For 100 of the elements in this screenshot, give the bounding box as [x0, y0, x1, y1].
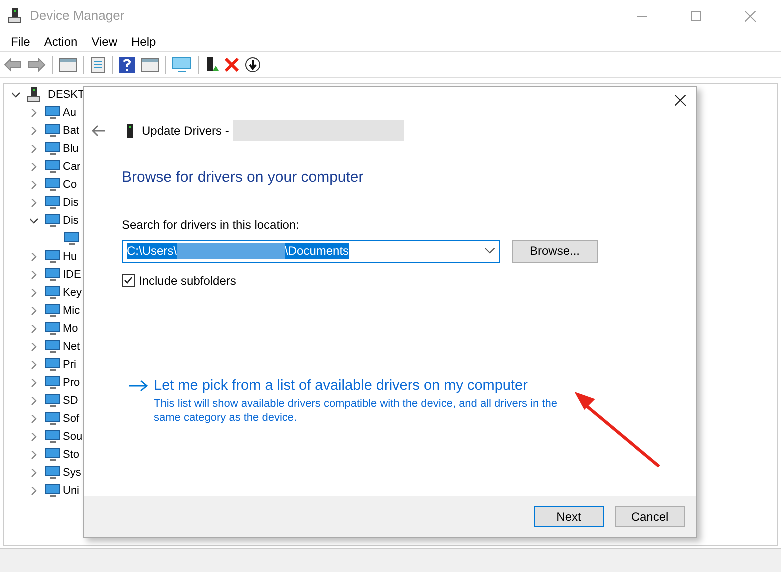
forward-arrow-icon[interactable] [28, 58, 46, 72]
tree-item[interactable]: Sou [63, 428, 83, 446]
chevron-right-icon[interactable] [30, 415, 38, 423]
tree-item[interactable]: Bat [63, 122, 80, 140]
tree-item[interactable]: IDE [63, 266, 82, 284]
tree-item[interactable]: Uni [63, 482, 80, 500]
dialog-button[interactable]: Next [534, 506, 604, 527]
tree-item[interactable]: Pro [63, 374, 80, 392]
chevron-right-icon[interactable] [30, 469, 38, 477]
link-description: This list will show available drivers compatible with the device, and all drivers in the same category as the device. [154, 397, 559, 426]
path-combo-field[interactable]: C:\Users\ \Documents [122, 240, 500, 262]
menu-item[interactable]: Help [124, 32, 164, 50]
chevron-right-icon[interactable] [30, 253, 38, 261]
tree-item[interactable]: Co [63, 176, 78, 194]
pick-driver-link[interactable]: Let me pick from a list of available drivers on my computer [154, 376, 559, 398]
right-arrow-icon[interactable] [128, 380, 148, 392]
tree-item[interactable]: Net [63, 338, 80, 356]
device-icon [45, 358, 61, 372]
tree-item[interactable]: Au [63, 104, 76, 122]
device-icon [45, 106, 61, 120]
chevron-right-icon[interactable] [30, 307, 38, 315]
device-icon [64, 232, 80, 246]
tree-item[interactable]: Sof [63, 410, 80, 428]
tree-item[interactable]: Mic [63, 302, 80, 320]
chevron-right-icon[interactable] [30, 487, 38, 495]
chevron-right-icon[interactable] [30, 271, 38, 279]
chevron-right-icon[interactable] [30, 127, 38, 135]
device-icon [45, 394, 61, 408]
tree-item[interactable]: Blu [63, 140, 79, 158]
menu-item[interactable]: View [84, 32, 124, 50]
device-icon [45, 304, 61, 318]
chevron-right-icon[interactable] [30, 343, 38, 351]
update-driver-icon[interactable] [205, 56, 219, 72]
tree-item[interactable]: Hu [63, 248, 78, 266]
device-icon [45, 340, 61, 354]
chevron-right-icon[interactable] [30, 325, 38, 333]
checkbox[interactable] [122, 274, 135, 287]
dialog-button[interactable]: Cancel [615, 506, 685, 527]
device-icon [45, 322, 61, 336]
tree-item[interactable]: Key [63, 284, 82, 302]
device-icon [45, 376, 61, 390]
close-icon[interactable] [675, 95, 686, 106]
chevron-right-icon[interactable] [30, 433, 38, 441]
dialog-title: Update Drivers - [142, 122, 230, 140]
chevron-down-icon[interactable] [30, 217, 38, 225]
window-panel-icon[interactable] [59, 58, 77, 72]
chevron-right-icon[interactable] [30, 145, 38, 153]
browse-button[interactable]: Browse... [512, 240, 598, 262]
chevron-right-icon[interactable] [30, 199, 38, 207]
download-icon[interactable] [245, 56, 261, 72]
tree-item[interactable]: Dis [63, 194, 79, 212]
window-title: Device Manager [30, 7, 126, 26]
chevron-right-icon[interactable] [30, 451, 38, 459]
device-icon [45, 430, 61, 444]
tree-item[interactable]: SD [63, 392, 78, 410]
device-icon [45, 250, 61, 264]
back-arrow-icon[interactable] [4, 58, 22, 72]
checkbox-label: Include subfolders [139, 272, 236, 290]
chevron-right-icon[interactable] [30, 361, 38, 369]
tree-item[interactable]: Sys [63, 464, 82, 482]
computer-icon [27, 87, 41, 103]
tree-item[interactable]: Sto [63, 446, 80, 464]
device-icon [45, 196, 61, 210]
tree-item[interactable]: Car [63, 158, 81, 176]
device-icon [45, 448, 61, 462]
tree-item[interactable]: Dis [63, 212, 79, 230]
dialog-heading: Browse for drivers on your computer [122, 168, 365, 188]
monitor-search-icon[interactable] [172, 56, 192, 72]
device-icon [45, 178, 61, 192]
back-arrow-icon[interactable] [92, 124, 106, 136]
chevron-right-icon[interactable] [30, 163, 38, 171]
chevron-down-icon[interactable] [12, 91, 20, 99]
device-icon [45, 160, 61, 174]
device-icon [45, 412, 61, 426]
computer-icon [8, 8, 22, 24]
chevron-right-icon[interactable] [30, 181, 38, 189]
chevron-right-icon[interactable] [30, 379, 38, 387]
properties-icon[interactable] [90, 56, 106, 72]
chevron-right-icon[interactable] [30, 109, 38, 117]
device-icon [45, 214, 61, 228]
device-icon [45, 142, 61, 156]
device-tower-icon [126, 124, 134, 138]
device-icon [45, 268, 61, 282]
search-location-label: Search for drivers in this location: [122, 216, 300, 234]
chevron-right-icon[interactable] [30, 289, 38, 297]
dropdown-caret-icon[interactable] [485, 248, 495, 254]
chevron-right-icon[interactable] [30, 397, 38, 405]
tree-item[interactable]: DESKT [48, 86, 85, 104]
device-icon [45, 466, 61, 480]
device-icon [45, 484, 61, 498]
menu-item[interactable]: File [4, 32, 38, 50]
menu-item[interactable]: Action [37, 32, 85, 50]
tree-item[interactable]: Mo [63, 320, 78, 338]
tree-item[interactable]: Pri [63, 356, 76, 374]
window-panel-icon[interactable] [141, 58, 159, 72]
device-icon [45, 124, 61, 138]
path-text: \Documents [285, 243, 350, 260]
delete-icon[interactable] [225, 58, 239, 72]
device-icon [45, 286, 61, 300]
help-icon[interactable] [119, 56, 135, 72]
